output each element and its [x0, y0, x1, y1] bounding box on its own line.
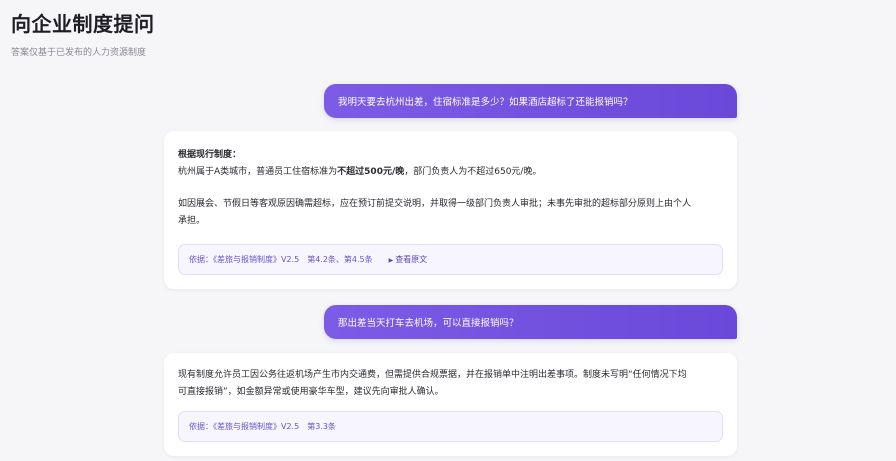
source-citation: 依据：《差旅与报销制度》V2.5 第4.2条、第4.5条 ▶ 查看原文: [178, 244, 723, 275]
view-original-link[interactable]: ▶ 查看原文: [389, 251, 428, 269]
triangle-right-icon: ▶: [388, 256, 394, 264]
answer-card: 根据现行制度： 杭州属于A类城市，普通员工住宿标准为不超过500元/晚，部门负责…: [164, 131, 737, 289]
source-citation: 依据：《差旅与报销制度》V2.5 第3.3条: [178, 411, 723, 442]
answer-text: 现有制度允许员工因公务往返机场产生市内交通费，但需提供合规票据，并在报销单中注明…: [178, 370, 687, 380]
source-clauses: 第3.3条: [307, 422, 336, 431]
source-clauses: 第4.2条、第4.5条: [307, 255, 373, 264]
answer-line: 杭州属于A类城市，普通员工住宿标准为不超过500元/晚，部门负责人为不超过650…: [178, 164, 723, 181]
source-document: 依据：《差旅与报销制度》V2.5: [189, 255, 300, 264]
view-original-label: 查看原文: [395, 254, 428, 264]
answer-text: 可直接报销”，如金额异常或使用豪华车型，建议先向审批人确认。: [178, 387, 444, 397]
page-subtitle: 答案仅基于已发布的人力资源制度: [11, 48, 147, 58]
page-title: 向企业制度提问: [11, 12, 155, 36]
page-header: 向企业制度提问 答案仅基于已发布的人力资源制度: [11, 8, 155, 58]
answer-text: 杭州属于A类城市，普通员工住宿标准为: [178, 167, 338, 177]
answer-text: ，部门负责人为不超过650元/晚。: [404, 167, 542, 177]
answer-paragraph: 现有制度允许员工因公务往返机场产生市内交通费，但需提供合规票据，并在报销单中注明…: [178, 367, 723, 401]
source-document: 依据：《差旅与报销制度》V2.5: [189, 422, 300, 431]
answer-text: 承担。: [178, 216, 206, 226]
answer-card: 现有制度允许员工因公务往返机场产生市内交通费，但需提供合规票据，并在报销单中注明…: [164, 353, 737, 456]
user-question-bubble: 我明天要去杭州出差，住宿标准是多少？如果酒店超标了还能报销吗？: [324, 84, 737, 118]
answer-highlight: 不超过500元/晚: [337, 167, 405, 177]
user-question-bubble: 那出差当天打车去机场，可以直接报销吗？: [324, 305, 737, 339]
user-question-text: 那出差当天打车去机场，可以直接报销吗？: [338, 318, 519, 329]
answer-paragraph: 如因展会、节假日等客观原因确需超标，应在预订前提交说明，并取得一级部门负责人审批…: [178, 196, 723, 230]
user-question-text: 我明天要去杭州出差，住宿标准是多少？如果酒店超标了还能报销吗？: [338, 97, 633, 108]
answer-heading: 根据现行制度：: [178, 150, 242, 160]
answer-text: 如因展会、节假日等客观原因确需超标，应在预订前提交说明，并取得一级部门负责人审批…: [178, 199, 692, 209]
